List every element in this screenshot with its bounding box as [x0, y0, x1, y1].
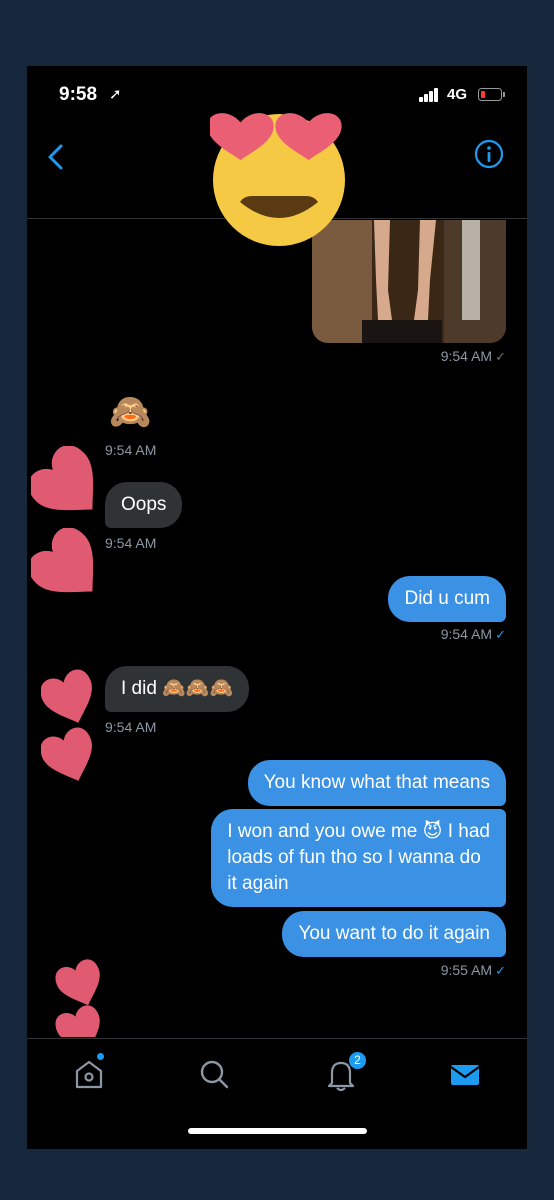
message-emoji: 😍 😘 — [109, 1005, 190, 1037]
avatar-heart-cover — [41, 669, 92, 723]
avatar-cover-emoji — [210, 113, 345, 246]
message-timestamp: 9:54 AM — [105, 719, 157, 735]
battery-icon — [478, 88, 502, 101]
avatar-heart-cover — [55, 1005, 100, 1037]
message-timestamp: 9:54 AM ✓ — [440, 626, 506, 642]
message-timestamp: 9:55 AM ✓ — [440, 962, 506, 978]
avatar-heart-cover — [31, 446, 94, 511]
phone-screen: 9:58 ➚ 4G 9:54 AM ✓ 🙈 9:54 AM Oops 9:54 … — [27, 66, 527, 1149]
home-icon[interactable] — [72, 1057, 106, 1091]
message-timestamp: 9:54 AM ✓ — [440, 348, 506, 364]
search-icon[interactable] — [197, 1057, 231, 1091]
network-type: 4G — [447, 86, 468, 103]
message-bubble-outgoing[interactable]: You want to do it again — [282, 911, 506, 957]
signal-icon — [419, 88, 439, 102]
info-icon[interactable] — [473, 138, 505, 170]
avatar-heart-cover — [41, 727, 92, 781]
home-indicator — [188, 1128, 367, 1134]
avatar-heart-cover — [31, 528, 94, 593]
message-thread: 9:54 AM ✓ 🙈 9:54 AM Oops 9:54 AM Did u cu… — [27, 220, 527, 1037]
message-bubble-outgoing[interactable]: You know what that means — [247, 760, 506, 806]
read-check-icon: ✓ — [495, 627, 506, 642]
message-timestamp: 9:54 AM — [105, 442, 157, 458]
notifications-badge: 2 — [348, 1051, 367, 1070]
message-emoji: 🙈 — [109, 393, 152, 431]
read-check-icon: ✓ — [495, 349, 506, 364]
home-unread-dot — [97, 1053, 104, 1060]
avatar-heart-cover — [55, 959, 100, 1006]
message-bubble-outgoing[interactable]: I won and you owe me 😈 I had loads of fu… — [211, 809, 506, 907]
message-bubble-incoming[interactable]: Oops — [105, 482, 183, 528]
message-line: it again — [227, 873, 289, 894]
message-timestamp: 9:54 AM — [105, 535, 157, 551]
status-time: 9:58 — [59, 84, 98, 105]
read-check-icon: ✓ — [495, 963, 506, 978]
message-line: I won and you owe me 😈 I had — [227, 821, 490, 842]
chevron-left-icon[interactable] — [43, 142, 69, 172]
message-line: loads of fun tho so I wanna do — [227, 847, 481, 868]
location-icon: ➚ — [109, 86, 122, 103]
message-bubble-incoming[interactable]: I did 🙈🙈🙈 — [105, 666, 250, 712]
message-bubble-outgoing[interactable]: Did u cum — [388, 576, 506, 622]
mail-icon[interactable] — [448, 1057, 482, 1091]
